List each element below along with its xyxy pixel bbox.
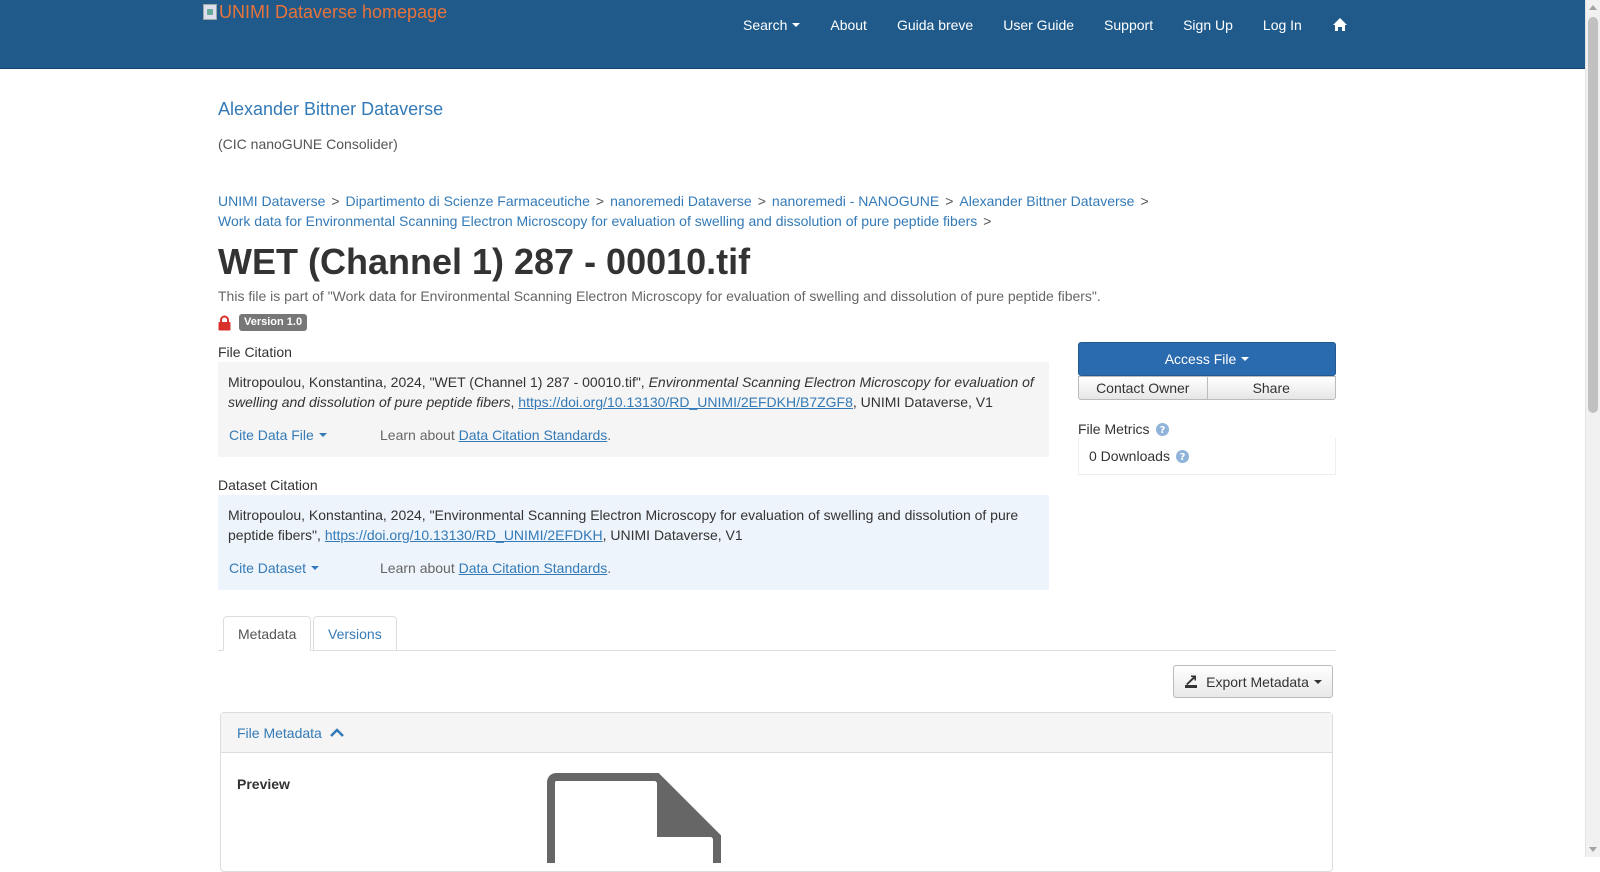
question-circle-icon[interactable]: ? — [1175, 449, 1189, 463]
breadcrumb-separator: > — [331, 193, 340, 209]
nav-support[interactable]: Support — [1089, 17, 1168, 33]
data-citation-standards-link[interactable]: Data Citation Standards — [459, 427, 608, 443]
nav-user-guide[interactable]: User Guide — [988, 17, 1089, 33]
learn-prefix: Learn about — [380, 560, 459, 576]
cite-data-file-label: Cite Data File — [229, 427, 314, 443]
file-metrics-heading: File Metrics ? — [1078, 421, 1169, 437]
preview-label: Preview — [237, 776, 290, 792]
chevron-up-icon — [329, 727, 344, 737]
learn-citation-standards: Learn about Data Citation Standards. — [380, 425, 611, 445]
breadcrumb-separator: > — [757, 193, 766, 209]
caret-down-icon — [1313, 679, 1322, 684]
nav-search-label: Search — [743, 17, 788, 33]
lock-icon — [218, 315, 231, 330]
contact-owner-button[interactable]: Contact Owner — [1078, 376, 1208, 400]
brand-alt-text: UNIMI Dataverse homepage — [219, 2, 448, 22]
owner-share-buttons: Contact Owner Share — [1078, 376, 1336, 400]
nav-search-dropdown[interactable]: Search — [728, 17, 815, 33]
breadcrumb-item[interactable]: nanoremedi Dataverse — [610, 193, 752, 209]
breadcrumb-separator: > — [945, 193, 954, 209]
dataset-doi-link[interactable]: https://doi.org/10.13130/RD_UNIMI/2EFDKH — [325, 527, 603, 543]
caret-down-icon — [311, 566, 320, 570]
caret-down-icon — [318, 433, 327, 437]
nav-about[interactable]: About — [815, 17, 882, 33]
file-doi-link[interactable]: https://doi.org/10.13130/RD_UNIMI/2EFDKH… — [518, 394, 853, 410]
file-metadata-panel: File Metadata Preview — [220, 712, 1333, 872]
breadcrumb-separator: > — [595, 193, 605, 209]
breadcrumb-item[interactable]: UNIMI Dataverse — [218, 193, 325, 209]
brand-logo-link[interactable]: UNIMI Dataverse homepage — [203, 0, 447, 24]
file-metadata-toggle[interactable]: File Metadata — [221, 713, 1332, 753]
page-scrollbar[interactable] — [1585, 0, 1600, 857]
dataset-citation-label: Dataset Citation — [218, 477, 318, 493]
nav-log-in[interactable]: Log In — [1248, 17, 1317, 33]
version-badge: Version 1.0 — [239, 314, 308, 331]
tab-versions[interactable]: Versions — [313, 616, 397, 651]
learn-suffix: . — [607, 427, 612, 443]
file-citation-prefix: Mitropoulou, Konstantina, 2024, "WET (Ch… — [228, 374, 649, 390]
page-title: WET (Channel 1) 287 - 00010.tif — [218, 241, 751, 282]
breadcrumb-separator: > — [1140, 193, 1149, 209]
file-citation-suffix: , UNIMI Dataverse, V1 — [852, 394, 993, 410]
dataverse-affiliation: (CIC nanoGUNE Consolider) — [218, 136, 398, 152]
learn-prefix: Learn about — [380, 427, 459, 443]
file-tabs: Metadata Versions — [218, 616, 1336, 651]
data-citation-standards-link[interactable]: Data Citation Standards — [459, 560, 608, 576]
breadcrumb: UNIMI Dataverse > Dipartimento di Scienze … — [218, 191, 1178, 231]
file-metadata-heading: File Metadata — [237, 724, 322, 741]
cite-data-file-dropdown[interactable]: Cite Data File — [229, 425, 380, 445]
nav-home-link[interactable] — [1317, 17, 1363, 33]
scrollbar-thumb[interactable] — [1588, 17, 1598, 413]
export-icon — [1185, 675, 1198, 688]
top-navbar: UNIMI Dataverse homepage Search About Gu… — [0, 0, 1585, 69]
cite-dataset-dropdown[interactable]: Cite Dataset — [229, 558, 380, 578]
nav-menu: Search About Guida breve User Guide Supp… — [728, 0, 1363, 50]
question-circle-icon[interactable]: ? — [1155, 422, 1169, 436]
file-citation-actions: Cite Data File Learn about Data Citation… — [229, 425, 611, 445]
cite-dataset-label: Cite Dataset — [229, 560, 307, 576]
export-metadata-label: Export Metadata — [1206, 673, 1309, 690]
breadcrumb-item[interactable]: Work data for Environmental Scanning Ele… — [218, 213, 977, 229]
file-citation-label: File Citation — [218, 344, 292, 360]
breadcrumb-separator: > — [983, 213, 992, 229]
dataverse-title-link[interactable]: Alexander Bittner Dataverse — [218, 99, 443, 120]
breadcrumb-item[interactable]: nanoremedi - NANOGUNE — [772, 193, 939, 209]
scroll-down-arrow-icon[interactable] — [1589, 847, 1597, 852]
caret-down-icon — [1241, 357, 1250, 361]
file-metrics-box: 0 Downloads ? — [1078, 438, 1336, 475]
access-file-button[interactable]: Access File — [1078, 342, 1336, 376]
breadcrumb-item[interactable]: Alexander Bittner Dataverse — [959, 193, 1134, 209]
tab-metadata[interactable]: Metadata — [223, 616, 312, 651]
svg-text:?: ? — [1180, 452, 1186, 463]
file-metrics-label: File Metrics — [1078, 421, 1150, 437]
dataset-citation-box: Mitropoulou, Konstantina, 2024, "Environ… — [218, 495, 1049, 590]
nav-sign-up[interactable]: Sign Up — [1168, 17, 1248, 33]
file-icon — [547, 773, 721, 863]
home-icon — [1332, 18, 1347, 31]
access-file-label: Access File — [1164, 351, 1237, 367]
share-button[interactable]: Share — [1207, 376, 1336, 400]
svg-text:?: ? — [1159, 425, 1165, 436]
caret-down-icon — [792, 23, 801, 27]
dataset-citation-actions: Cite Dataset Learn about Data Citation S… — [229, 558, 611, 578]
breadcrumb-item[interactable]: Dipartimento di Scienze Farmaceutiche — [346, 193, 590, 209]
export-metadata-button[interactable]: Export Metadata — [1173, 665, 1333, 698]
file-status-badges: Version 1.0 — [218, 314, 308, 331]
downloads-count: 0 Downloads — [1089, 448, 1170, 464]
learn-suffix: . — [607, 560, 612, 576]
learn-citation-standards: Learn about Data Citation Standards. — [380, 558, 611, 578]
part-of-dataset-note: This file is part of "Work data for Envi… — [218, 288, 1101, 304]
dataset-citation-suffix: , UNIMI Dataverse, V1 — [602, 527, 743, 543]
file-citation-box: Mitropoulou, Konstantina, 2024, "WET (Ch… — [218, 362, 1049, 457]
scroll-up-arrow-icon[interactable] — [1589, 5, 1597, 10]
broken-image-icon — [203, 4, 217, 20]
nav-guida-breve[interactable]: Guida breve — [882, 17, 988, 33]
